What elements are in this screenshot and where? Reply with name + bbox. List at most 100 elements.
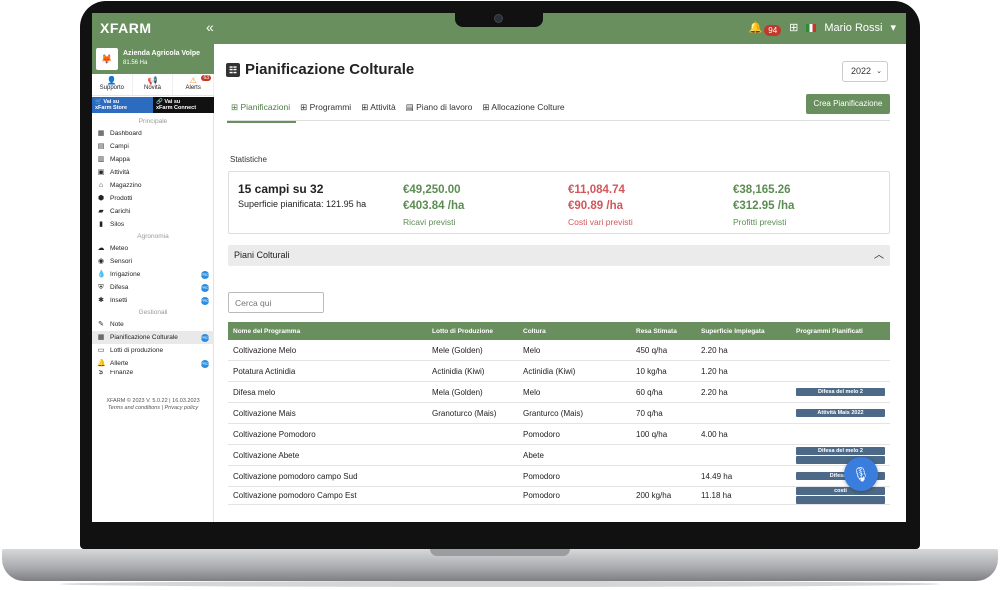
sidebar-item-prodotti[interactable]: ⬢ Prodotti <box>92 192 214 205</box>
sidebar-item-attivita[interactable]: ▣ Attività <box>92 166 214 179</box>
farm-area: 81.56 Ha <box>123 60 148 66</box>
sidebar-footer: XFARM © 2023 V. 5.0.22 | 16.03.2023 Term… <box>92 398 214 412</box>
laptop-shadow <box>60 581 940 587</box>
sidebar-item-pianificazione[interactable]: ▦ Pianificazione Colturale PRO <box>92 331 214 344</box>
sidebar-item-mappa[interactable]: ▥ Mappa <box>92 153 214 166</box>
sidebar-item-irrigazione[interactable]: 💧 Irrigazione PRO <box>92 268 214 281</box>
tab-label: Piano di lavoro <box>416 102 473 112</box>
program-chip[interactable]: costi <box>796 487 885 495</box>
table-row[interactable]: Coltivazione Melo Mele (Golden) Melo 450… <box>228 340 890 361</box>
sidebar-item-dashboard[interactable]: ▦ Dashboard <box>92 127 214 140</box>
sidebar-item-label: Magazzino <box>110 182 142 189</box>
sidebar-item-carichi[interactable]: ▰ Carichi <box>92 205 214 218</box>
section-gestionali: Gestionali <box>138 309 168 316</box>
program-chip[interactable]: Difesa del melo 2 <box>796 388 885 396</box>
piani-colturali-header[interactable]: Piani Colturali ︿ <box>228 245 890 266</box>
sidebar-item-allerte[interactable]: 🔔 Allerte PRO <box>92 357 214 370</box>
cell-programmi: Difesa del melo 2 <box>791 446 890 465</box>
cell-nome: Coltivazione Mais <box>233 408 296 418</box>
shield-icon: ⛨ <box>98 284 104 291</box>
tab-label: Pianificazioni <box>240 102 291 112</box>
col-header[interactable]: Resa Stimata <box>631 328 696 335</box>
alerts-link[interactable]: ⚠ Alerts 63 <box>173 74 215 95</box>
microphone-icon: 🎙 <box>852 466 870 482</box>
xfarm-connect-button[interactable]: 🔗 Vai su xFarm Connect <box>153 97 214 113</box>
create-plan-button[interactable]: Crea Pianificazione <box>806 94 890 114</box>
sidebar-item-sensori[interactable]: ◉ Sensori <box>92 255 214 268</box>
cell-resa: 70 q/ha <box>636 408 663 418</box>
sidebar-item-campi[interactable]: ▤ Campi <box>92 140 214 153</box>
news-link[interactable]: 📢 Novità <box>133 74 174 95</box>
finance-icon: $ <box>99 370 103 376</box>
sidebar-item-difesa[interactable]: ⛨ Difesa PRO <box>92 281 214 294</box>
pro-badge: PRO <box>201 334 209 342</box>
profit-label: Profitti previsti <box>733 217 787 227</box>
sidebar-item-insetti[interactable]: ✱ Insetti PRO <box>92 294 214 307</box>
sidebar-item-finanze[interactable]: $ Finanze <box>92 370 214 376</box>
table-row[interactable]: Difesa melo Mela (Golden) Melo 60 q/ha 2… <box>228 382 890 403</box>
page-title: ☷ Pianificazione Colturale <box>226 61 414 78</box>
farm-header[interactable]: 🦊 Azienda Agricola Volpe 81.56 Ha <box>92 44 214 74</box>
table-icon: ⊞ <box>482 102 490 112</box>
cell-nome: Coltivazione pomodoro campo Sud <box>233 471 358 481</box>
laptop-base-notch <box>430 549 570 556</box>
col-header[interactable]: Coltura <box>518 328 631 335</box>
clipboard-icon: ▤ <box>405 102 414 112</box>
cell-coltura: Melo <box>523 345 541 355</box>
program-chip[interactable]: Difesa del melo 2 <box>796 446 885 455</box>
camera-icon <box>494 14 503 23</box>
sidebar-item-silos[interactable]: ▮ Silos <box>92 218 214 231</box>
col-header[interactable]: Lotto di Produzione <box>427 328 518 335</box>
table-header: Nome del Programma Lotto di Produzione C… <box>228 322 890 340</box>
cell-coltura: Pomodoro <box>523 491 560 500</box>
cell-coltura: Pomodoro <box>523 429 560 439</box>
table-row[interactable]: Coltivazione Abete Abete Difesa del melo… <box>228 445 890 466</box>
chevron-up-icon[interactable]: ︿ <box>874 245 884 266</box>
italy-flag-icon[interactable] <box>806 23 817 32</box>
section-agronomia: Agronomia <box>137 233 169 240</box>
user-name[interactable]: Mario Rossi <box>824 22 882 34</box>
table-row[interactable]: Potatura Actinidia Actinidia (Kiwi) Acti… <box>228 361 890 382</box>
program-chip[interactable] <box>796 496 885 504</box>
bug-icon: ✱ <box>98 297 104 304</box>
table-row[interactable]: Coltivazione Pomodoro Pomodoro 100 q/ha … <box>228 424 890 445</box>
sidebar-item-magazzino[interactable]: ⌂ Magazzino <box>92 179 214 192</box>
pro-badge: PRO <box>201 360 209 368</box>
map-icon: ▥ <box>97 156 105 163</box>
chevron-down-icon: ⌄ <box>876 68 882 75</box>
costs-label: Costi vari previsti <box>568 217 633 227</box>
col-header[interactable]: Nome del Programma <box>228 328 427 335</box>
sidebar-item-meteo[interactable]: ☁ Meteo <box>92 242 214 255</box>
program-chip[interactable]: Attività Mais 2022 <box>796 409 885 417</box>
cell-nome: Coltivazione Pomodoro <box>233 429 316 439</box>
collapse-sidebar-icon[interactable]: « <box>206 19 214 35</box>
table-row[interactable]: Coltivazione Mais Granoturco (Mais) Gran… <box>228 403 890 424</box>
cell-lotto: Actinidia (Kiwi) <box>432 366 485 376</box>
table-row[interactable]: Coltivazione pomodoro Campo Est Pomodoro… <box>228 487 890 505</box>
year-select[interactable]: 2022 ⌄ <box>842 61 888 82</box>
col-header[interactable]: Superficie Impiegata <box>696 328 791 335</box>
store-line2: xFarm Store <box>95 105 128 111</box>
table-icon: ⊞ <box>361 102 369 112</box>
footer-links[interactable]: Terms and conditions | Privacy policy <box>92 405 214 412</box>
bell-icon[interactable]: 🔔 <box>749 21 763 34</box>
xfarm-store-button[interactable]: 🛒 Vai su xFarm Store <box>92 97 153 113</box>
stats-box: 15 campi su 32 Superficie pianificata: 1… <box>228 171 890 234</box>
support-link[interactable]: 👤 Supporto <box>92 74 133 95</box>
org-chart-icon[interactable]: ⊞ <box>789 21 798 34</box>
cell-coltura: Granturco (Mais) <box>523 408 584 418</box>
user-menu-caret-icon[interactable]: ▾ <box>890 21 896 34</box>
voice-assistant-button[interactable]: 🎙 <box>844 457 878 491</box>
profit-stats: €38,165.26 €312.95 /ha Profitti previsti <box>733 182 794 230</box>
sidebar-item-lotti[interactable]: ▭ Lotti di produzione <box>92 344 214 357</box>
sidebar-item-note[interactable]: ✎ Note <box>92 318 214 331</box>
table-row[interactable]: Coltivazione pomodoro campo Sud Pomodoro… <box>228 466 890 487</box>
cell-lotto: Mela (Golden) <box>432 387 483 397</box>
sidebar: 🦊 Azienda Agricola Volpe 81.56 Ha 👤 Supp… <box>92 44 215 522</box>
sidebar-item-label: Dashboard <box>110 130 142 137</box>
tab-divider <box>227 120 890 121</box>
xfarm-logo[interactable]: XFARM <box>100 20 152 36</box>
col-header[interactable]: Programmi Pianificati <box>791 328 890 335</box>
search-input[interactable] <box>228 292 324 313</box>
cell-superficie: 1.20 ha <box>701 366 728 376</box>
